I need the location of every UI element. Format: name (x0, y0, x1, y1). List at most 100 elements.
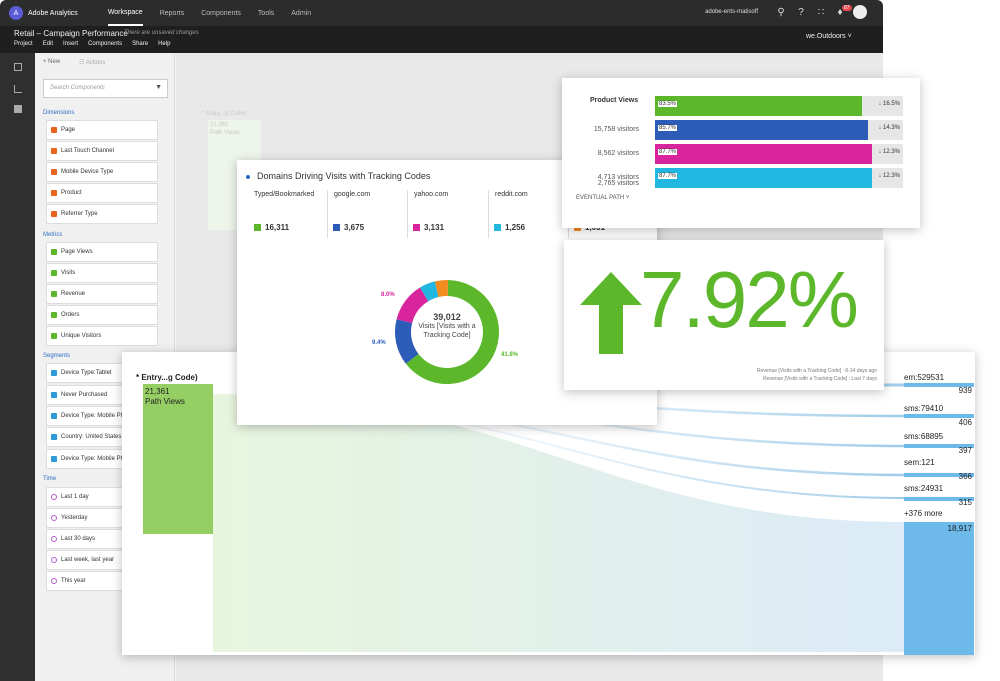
component-label: Yesterday (61, 515, 88, 521)
section-metrics[interactable]: Metrics (43, 232, 62, 238)
nav-reports[interactable]: Reports (160, 0, 185, 26)
fallout-pct: 83.5% (658, 101, 678, 107)
avatar[interactable] (853, 5, 867, 19)
filter-icon[interactable]: ▼ (155, 84, 162, 91)
component-dimension[interactable]: Product (46, 183, 158, 203)
fallout-delta-value: 12.3% (882, 149, 900, 155)
component-dimension[interactable]: Mobile Device Type (46, 162, 158, 182)
report-suite-label: we.Outdoors (806, 33, 846, 40)
fallout-bar-fill (655, 120, 868, 140)
component-label: This year (61, 578, 86, 584)
component-label: Last week, last year (61, 557, 115, 563)
help-icon[interactable]: ? (795, 7, 807, 19)
fallout-visitors: 15,758 visitors (593, 126, 639, 133)
kpi-note-current: Revenue [Visits with a Tracking Code] : … (763, 376, 877, 382)
components-icon[interactable] (14, 105, 22, 113)
donut-center-label: Visits [Visits with a Tracking Code] (418, 323, 476, 339)
menu-edit[interactable]: Edit (43, 41, 53, 47)
report-suite-selector[interactable]: we.Outdoors ˅ (806, 33, 852, 40)
nav-admin[interactable]: Admin (291, 0, 311, 26)
nav-workspace[interactable]: Workspace (107, 0, 143, 26)
component-dimension[interactable]: Page (46, 120, 158, 140)
org-name[interactable]: adobe-ents-matisoff (705, 9, 758, 15)
panels-icon[interactable] (14, 63, 22, 71)
ghost-label: Path Views (210, 130, 240, 136)
chevron-down-icon: ˅ (847, 33, 852, 40)
section-time[interactable]: Time (43, 476, 56, 482)
flow-node-label: sem:121 (904, 458, 935, 467)
down-arrow-icon: ↓ (878, 149, 882, 155)
dimension-icon (51, 169, 57, 175)
search-input[interactable]: Search Components ▼ (43, 79, 168, 98)
unsaved-notice: There are unsaved changes (124, 30, 199, 36)
down-arrow-icon: ↓ (878, 173, 882, 179)
fallout-bar-track: 87.7% ↓ 12.3% (655, 168, 903, 188)
component-label: Device Type: Mobile Ph (61, 413, 124, 419)
flow-node-label: sms:68895 (904, 432, 944, 441)
donut-slice[interactable] (420, 281, 439, 302)
component-metric[interactable]: Page Views (46, 242, 158, 262)
menu-project[interactable]: Project (14, 41, 33, 47)
component-label: Device Type: Mobile Ph (61, 456, 124, 462)
component-label: Last 1 day (61, 494, 89, 500)
flow-entry-label[interactable]: * Entry...g Code) (136, 373, 198, 382)
component-metric[interactable]: Visits (46, 263, 158, 283)
kpi-note-previous: Revenue [Visits with a Tracking Code] : … (757, 368, 877, 374)
fallout-bar-track: 83.5% ↓ 16.5% (655, 96, 903, 116)
component-metric[interactable]: Revenue (46, 284, 158, 304)
fallout-row[interactable]: 83.5% ↓ 16.5% (562, 96, 920, 116)
flow-node-label: em:529531 (904, 373, 945, 382)
down-arrow-icon: ↓ (878, 125, 882, 131)
flow-node-label: sms:24931 (904, 484, 944, 493)
search-icon[interactable]: ⚲ (775, 7, 787, 19)
kpi-value: 7.92% (640, 255, 859, 344)
donut-center: 39,012 Visits [Visits with a Tracking Co… (402, 312, 492, 340)
nav-components[interactable]: Components (201, 0, 241, 26)
section-dimensions[interactable]: Dimensions (43, 110, 74, 116)
eventual-path-label: EVENTUAL PATH (576, 195, 625, 201)
project-menu: Project Edit Insert Components Share Hel… (14, 41, 170, 47)
fallout-bar-track: 85.7% ↓ 14.3% (655, 120, 903, 140)
component-metric[interactable]: Unique Visitors (46, 326, 158, 346)
fallout-visitors: 2,765 visitors (597, 180, 639, 187)
chevron-down-icon: ˅ (625, 195, 630, 201)
menu-components[interactable]: Components (88, 41, 122, 47)
component-label: Orders (61, 312, 80, 318)
new-component-button[interactable]: + New (43, 59, 60, 65)
flow-node-more[interactable] (904, 522, 974, 655)
ghost-entry: * Entry...g Code) (202, 111, 246, 117)
component-metric[interactable]: Orders (46, 305, 158, 325)
component-dimension[interactable]: Referrer Type (46, 204, 158, 224)
up-arrow-icon (580, 272, 642, 354)
menu-help[interactable]: Help (158, 41, 170, 47)
visualizations-icon[interactable] (14, 85, 22, 93)
eventual-path-dropdown[interactable]: EVENTUAL PATH ˅ (576, 195, 629, 201)
fallout-row[interactable]: 15,758 visitors 85.7% ↓ 14.3% (562, 120, 920, 140)
segment-icon (51, 413, 57, 419)
fallout-pct: 85.7% (658, 125, 678, 131)
segment-icon (51, 392, 57, 398)
time-icon (51, 515, 57, 521)
donut-slice[interactable] (434, 280, 449, 298)
time-icon (51, 578, 57, 584)
flow-entry-value: 21,361 Path Views (145, 387, 185, 407)
flow-entry-count: 21,361 (145, 387, 170, 396)
apps-grid-icon[interactable]: ∷ (815, 7, 827, 19)
actions-button[interactable]: ☷ Actions (79, 59, 105, 66)
fallout-delta: ↓ 16.5% (878, 101, 900, 107)
project-title[interactable]: Retail – Campaign Performance (14, 29, 128, 38)
component-label: Device Type:Tablet (61, 370, 112, 376)
fallout-delta-value: 16.5% (882, 101, 900, 107)
menu-share[interactable]: Share (132, 41, 148, 47)
adobe-logo-icon[interactable]: A (9, 6, 23, 20)
fallout-row[interactable]: 8,562 visitors 87.7% ↓ 12.3% (562, 144, 920, 164)
fallout-pct: 87.7% (658, 173, 678, 179)
component-label: Page (61, 127, 76, 133)
menu-insert[interactable]: Insert (63, 41, 78, 47)
nav-tools[interactable]: Tools (258, 0, 274, 26)
slice-label: 41.8% (501, 352, 519, 358)
component-label: Referrer Type (61, 211, 98, 217)
kpi-summary-card: 7.92% Revenue [Visits with a Tracking Co… (564, 240, 884, 390)
section-segments[interactable]: Segments (43, 353, 70, 359)
component-dimension[interactable]: Last Touch Channel (46, 141, 158, 161)
